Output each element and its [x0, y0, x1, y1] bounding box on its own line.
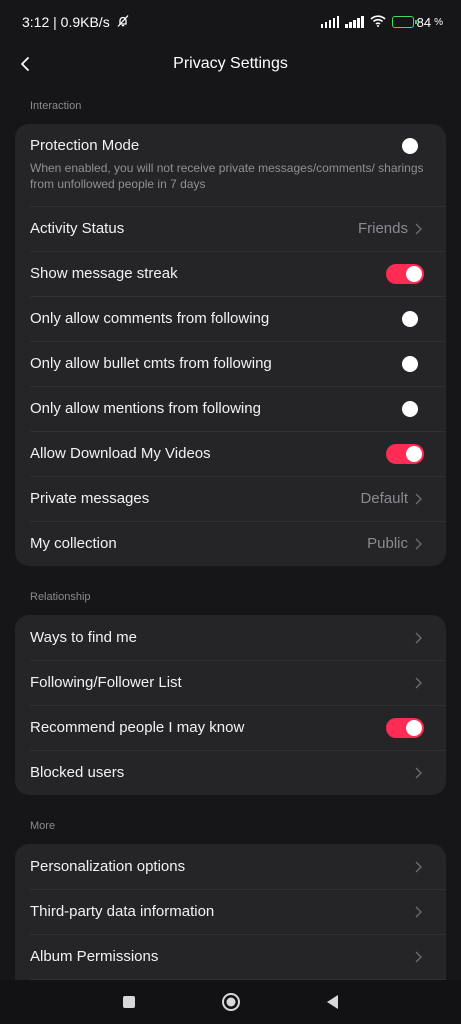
allow-download-toggle[interactable] — [386, 443, 424, 464]
home-button[interactable] — [220, 991, 242, 1013]
page-header: Privacy Settings — [0, 44, 461, 84]
triangle-back-icon — [326, 995, 338, 1009]
status-time-speed: 3:12 | 0.9KB/s — [22, 14, 110, 30]
recommend-people-label: Recommend people I may know — [30, 719, 245, 736]
signal-icon-2 — [345, 16, 364, 28]
following-list-row[interactable]: Following/Follower List — [15, 660, 446, 705]
recommend-people-row: Recommend people I may know — [15, 705, 446, 750]
activity-status-row[interactable]: Activity Status Friends — [15, 206, 446, 251]
protection-mode-row[interactable]: Protection Mode When enabled, you will n… — [15, 124, 446, 206]
comments-following-label: Only allow comments from following — [30, 310, 270, 327]
personalization-row[interactable]: Personalization options — [15, 844, 446, 889]
protection-mode-label: Protection Mode — [30, 137, 140, 154]
show-message-streak-toggle[interactable] — [386, 263, 424, 284]
protection-mode-description: When enabled, you will not receive priva… — [30, 161, 424, 191]
chevron-left-icon — [21, 57, 29, 71]
chevron-right-icon — [414, 631, 424, 645]
chevron-right-icon — [414, 766, 424, 780]
bullet-following-label: Only allow bullet cmts from following — [30, 355, 272, 372]
page-title: Privacy Settings — [173, 55, 288, 72]
battery-icon — [391, 16, 417, 28]
settings-content: Interaction Protection Mode When enabled… — [0, 88, 461, 1024]
system-nav-bar — [0, 980, 461, 1024]
bell-muted-icon — [116, 14, 130, 31]
comments-following-toggle[interactable] — [386, 309, 424, 329]
circle-icon — [221, 993, 240, 1011]
recommend-people-toggle[interactable] — [386, 717, 424, 738]
mentions-following-toggle[interactable] — [386, 399, 424, 419]
chevron-right-icon — [414, 905, 424, 919]
private-messages-row[interactable]: Private messages Default — [15, 476, 446, 521]
bullet-following-row: Only allow bullet cmts from following — [15, 341, 446, 386]
show-message-streak-label: Show message streak — [30, 265, 178, 282]
allow-download-row: Allow Download My Videos — [15, 431, 446, 476]
battery-indicator: 84% — [391, 14, 443, 30]
ways-to-find-row[interactable]: Ways to find me — [15, 615, 446, 660]
album-permissions-row[interactable]: Album Permissions — [15, 934, 446, 979]
protection-mode-toggle[interactable] — [386, 136, 424, 156]
show-message-streak-row: Show message streak — [15, 251, 446, 296]
chevron-right-icon — [414, 492, 424, 506]
my-collection-label: My collection — [30, 535, 117, 552]
mentions-following-row: Only allow mentions from following — [15, 386, 446, 431]
album-permissions-label: Album Permissions — [30, 948, 159, 965]
nav-back-button[interactable] — [322, 991, 344, 1013]
section-label-interaction: Interaction — [30, 100, 82, 112]
battery-percent: 84 — [416, 14, 432, 30]
status-bar: 3:12 | 0.9KB/s 84% — [0, 0, 461, 44]
private-messages-label: Private messages — [30, 490, 150, 507]
my-collection-value: Public — [367, 535, 408, 552]
activity-status-label: Activity Status — [30, 220, 125, 237]
ways-to-find-label: Ways to find me — [30, 629, 137, 646]
mentions-following-label: Only allow mentions from following — [30, 400, 261, 417]
back-button[interactable] — [12, 51, 38, 77]
wifi-icon — [370, 14, 386, 30]
comments-following-row: Only allow comments from following — [15, 296, 446, 341]
activity-status-value: Friends — [357, 220, 408, 237]
personalization-label: Personalization options — [30, 858, 186, 875]
interaction-card: Protection Mode When enabled, you will n… — [15, 124, 446, 566]
following-list-label: Following/Follower List — [30, 674, 182, 691]
bullet-following-toggle[interactable] — [386, 354, 424, 374]
my-collection-row[interactable]: My collection Public — [15, 521, 446, 566]
blocked-users-row[interactable]: Blocked users — [15, 750, 446, 795]
section-label-more: More — [30, 820, 56, 832]
recents-button[interactable] — [118, 991, 140, 1013]
chevron-right-icon — [414, 676, 424, 690]
chevron-right-icon — [414, 860, 424, 874]
signal-icon — [320, 16, 340, 28]
blocked-users-label: Blocked users — [30, 764, 125, 781]
third-party-label: Third-party data information — [30, 903, 215, 920]
third-party-row[interactable]: Third-party data information — [15, 889, 446, 934]
chevron-right-icon — [414, 222, 424, 236]
allow-download-label: Allow Download My Videos — [30, 445, 211, 462]
relationship-card: Ways to find me Following/Follower List … — [15, 615, 446, 795]
section-label-relationship: Relationship — [30, 591, 91, 603]
square-icon — [122, 996, 135, 1008]
private-messages-value: Default — [360, 490, 408, 507]
chevron-right-icon — [414, 950, 424, 964]
chevron-right-icon — [414, 537, 424, 551]
